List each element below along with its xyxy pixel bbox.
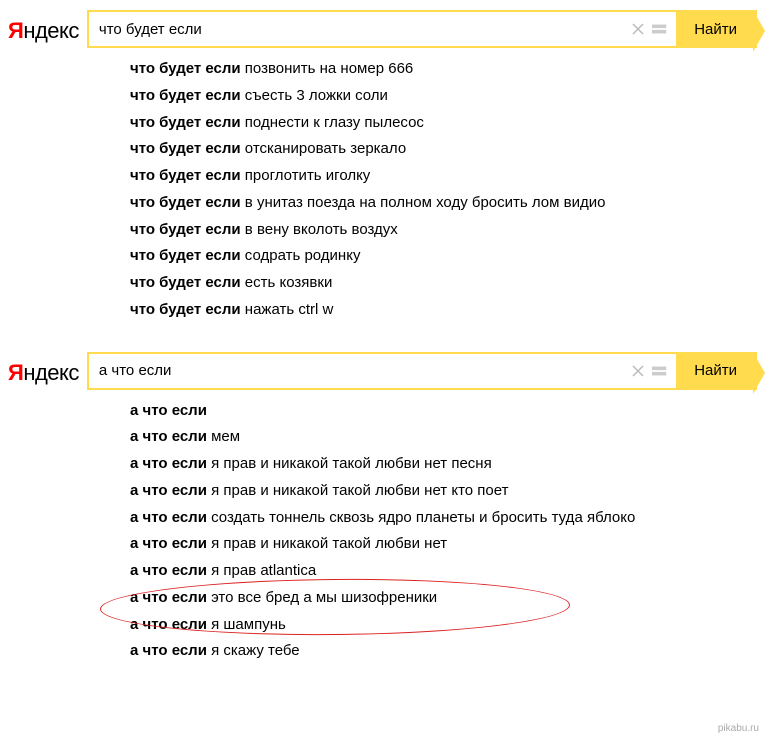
suggestion-item[interactable]: что будет если отсканировать зеркало	[130, 136, 767, 163]
suggestion-item[interactable]: а что если я скажу тебе	[130, 638, 767, 665]
suggestion-item[interactable]: что будет если проглотить иголку	[130, 163, 767, 190]
yandex-logo[interactable]: Яндекс	[8, 356, 79, 386]
search-block-2: Яндекс Найти а что если	[0, 342, 767, 684]
clear-icon[interactable]	[630, 363, 646, 379]
yandex-logo[interactable]: Яндекс	[8, 14, 79, 44]
logo-red: Я	[8, 18, 23, 43]
search-button[interactable]: Найти	[676, 354, 755, 388]
suggestion-item[interactable]: а что если это все бред а мы шизофреники	[130, 585, 767, 612]
suggestion-item[interactable]: что будет если позвонить на номер 666	[130, 56, 767, 83]
suggestion-item[interactable]: что будет если есть козявки	[130, 270, 767, 297]
search-controls	[622, 12, 676, 46]
arrow-tip	[753, 10, 765, 52]
logo-red: Я	[8, 360, 23, 385]
suggestion-item[interactable]: что будет если съесть 3 ложки соли	[130, 83, 767, 110]
suggestion-item[interactable]: а что если создать тоннель сквозь ядро п…	[130, 505, 767, 532]
suggestions-list-2: а что если а что если мем а что если я п…	[118, 390, 767, 684]
search-button-label: Найти	[694, 21, 737, 38]
suggestion-item[interactable]: а что если я шампунь	[130, 612, 767, 639]
search-button-label: Найти	[694, 362, 737, 379]
suggestion-item[interactable]: что будет если в вену вколоть воздух	[130, 217, 767, 244]
suggestion-item[interactable]: а что если я прав и никакой такой любви …	[130, 531, 767, 558]
suggestion-item[interactable]: что будет если в унитаз поезда на полном…	[130, 190, 767, 217]
search-bar: Найти	[87, 352, 757, 390]
search-controls	[622, 354, 676, 388]
suggestion-item[interactable]: а что если	[130, 398, 767, 425]
search-row: Яндекс Найти	[8, 352, 767, 390]
suggestion-item[interactable]: что будет если содрать родинку	[130, 243, 767, 270]
search-block-1: Яндекс Найти что будет если	[0, 0, 767, 342]
search-input[interactable]	[89, 12, 622, 46]
suggestion-item[interactable]: а что если я прав и никакой такой любви …	[130, 478, 767, 505]
suggestion-item[interactable]: а что если мем	[130, 424, 767, 451]
suggestion-item[interactable]: что будет если поднести к глазу пылесос	[130, 110, 767, 137]
suggestion-item[interactable]: а что если я прав и никакой такой любви …	[130, 451, 767, 478]
watermark: pikabu.ru	[718, 723, 759, 734]
logo-black: ндекс	[23, 18, 79, 43]
suggestion-item[interactable]: а что если я прав atlantica	[130, 558, 767, 585]
suggestions-list-1: что будет если позвонить на номер 666 чт…	[118, 48, 767, 342]
keyboard-icon[interactable]	[652, 363, 668, 379]
clear-icon[interactable]	[630, 21, 646, 37]
search-bar: Найти	[87, 10, 757, 48]
arrow-tip	[753, 352, 765, 394]
logo-black: ндекс	[23, 360, 79, 385]
keyboard-icon[interactable]	[652, 21, 668, 37]
search-row: Яндекс Найти	[8, 10, 767, 48]
search-input[interactable]	[89, 354, 622, 388]
search-button[interactable]: Найти	[676, 12, 755, 46]
suggestion-item[interactable]: что будет если нажать ctrl w	[130, 297, 767, 324]
